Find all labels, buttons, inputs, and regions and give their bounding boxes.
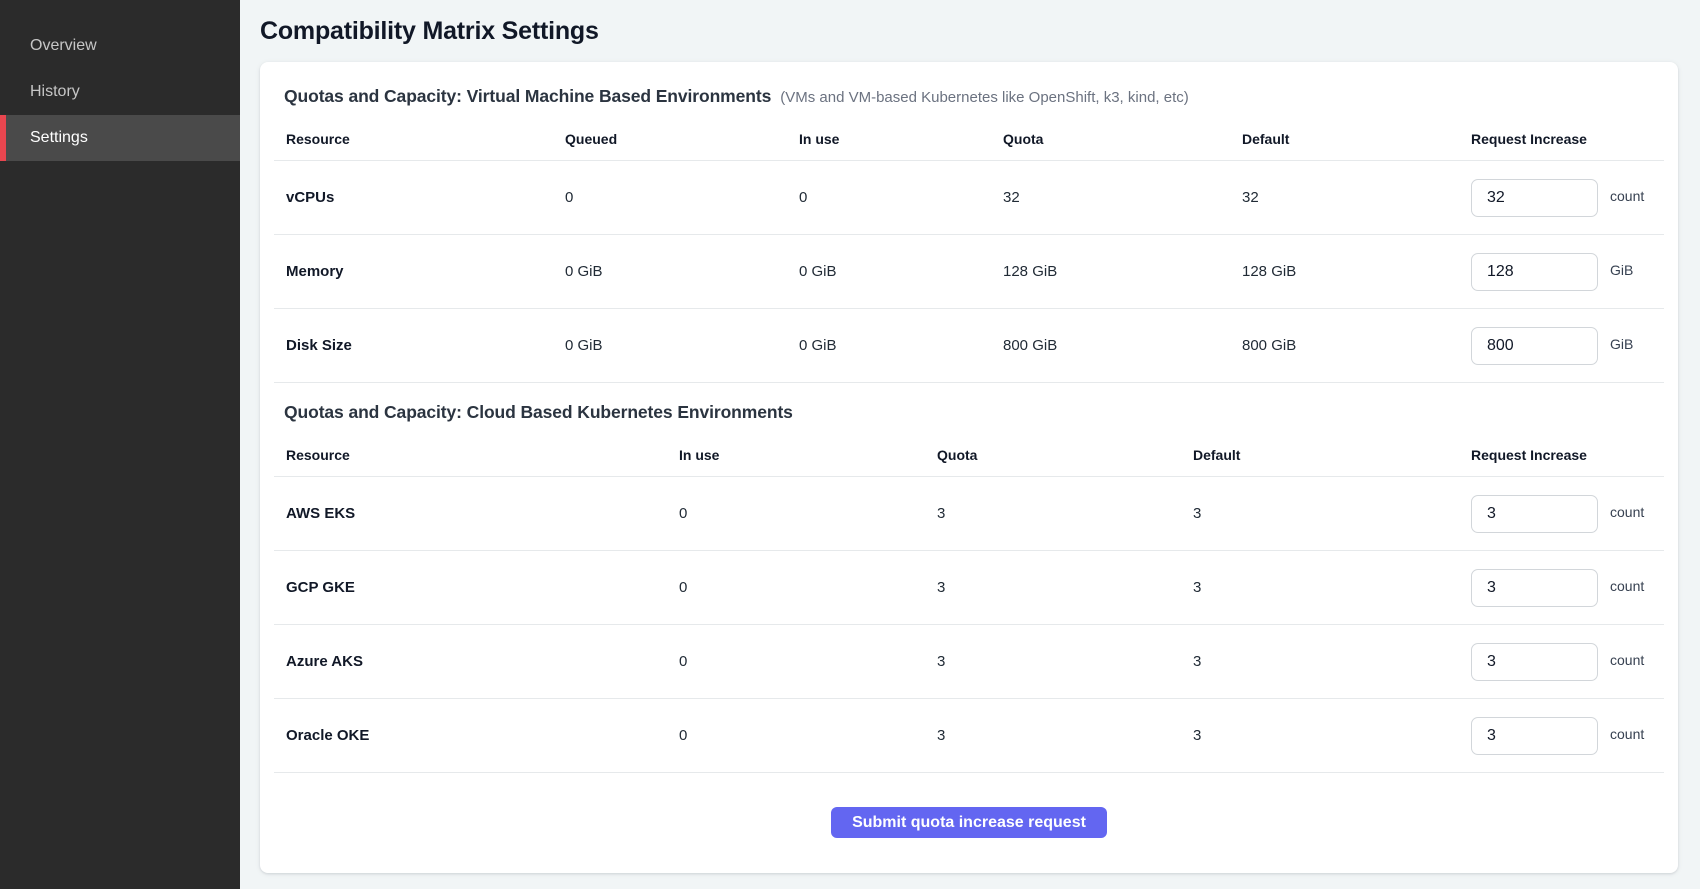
quota-value: 3 xyxy=(925,727,1181,744)
table-row-azure-aks: Azure AKS 0 3 3 count xyxy=(274,625,1664,699)
quota-value: 3 xyxy=(925,579,1181,596)
quota-value: 3 xyxy=(925,653,1181,670)
quota-value: 128 GiB xyxy=(991,263,1230,280)
in-use-value: 0 xyxy=(667,727,925,744)
k8s-quotas-section: Quotas and Capacity: Cloud Based Kuberne… xyxy=(284,402,1654,773)
vm-section-subtitle: (VMs and VM-based Kubernetes like OpenSh… xyxy=(780,89,1189,106)
default-value: 3 xyxy=(1181,579,1459,596)
table-row-oracle-oke: Oracle OKE 0 3 3 count xyxy=(274,699,1664,773)
quota-value: 800 GiB xyxy=(991,337,1230,354)
table-row-disk-size: Disk Size 0 GiB 0 GiB 800 GiB 800 GiB Gi… xyxy=(274,309,1664,383)
azure-aks-request-input[interactable] xyxy=(1471,643,1598,681)
col-header-request-increase: Request Increase xyxy=(1459,131,1664,147)
memory-request-input[interactable] xyxy=(1471,253,1598,291)
sidebar-item-settings[interactable]: Settings xyxy=(0,115,240,161)
default-value: 128 GiB xyxy=(1230,263,1459,280)
k8s-section-title: Quotas and Capacity: Cloud Based Kuberne… xyxy=(284,402,793,423)
queued-value: 0 GiB xyxy=(553,263,787,280)
default-value: 800 GiB xyxy=(1230,337,1459,354)
vm-quotas-section: Quotas and Capacity: Virtual Machine Bas… xyxy=(284,86,1654,383)
table-header-row: Resource In use Quota Default Request In… xyxy=(274,433,1664,477)
resource-name: vCPUs xyxy=(274,189,553,206)
unit-label: count xyxy=(1610,504,1644,520)
oracle-oke-request-input[interactable] xyxy=(1471,717,1598,755)
sidebar-item-history[interactable]: History xyxy=(0,69,240,115)
queued-value: 0 xyxy=(553,189,787,206)
resource-name: Memory xyxy=(274,263,553,280)
unit-label: count xyxy=(1610,726,1644,742)
sidebar-item-overview[interactable]: Overview xyxy=(0,23,240,69)
aws-eks-request-input[interactable] xyxy=(1471,495,1598,533)
resource-name: Oracle OKE xyxy=(274,727,667,744)
col-header-resource: Resource xyxy=(274,447,667,463)
vm-quotas-table: Resource Queued In use Quota Default Req… xyxy=(274,117,1664,383)
sidebar-item-label: History xyxy=(30,83,80,101)
vcpus-request-input[interactable] xyxy=(1471,179,1598,217)
in-use-value: 0 GiB xyxy=(787,263,991,280)
in-use-value: 0 GiB xyxy=(787,337,991,354)
sidebar-item-label: Settings xyxy=(30,129,88,147)
in-use-value: 0 xyxy=(787,189,991,206)
sidebar-item-label: Overview xyxy=(30,37,97,55)
in-use-value: 0 xyxy=(667,505,925,522)
table-row-gcp-gke: GCP GKE 0 3 3 count xyxy=(274,551,1664,625)
vm-section-title: Quotas and Capacity: Virtual Machine Bas… xyxy=(284,86,771,107)
col-header-resource: Resource xyxy=(274,131,553,147)
resource-name: AWS EKS xyxy=(274,505,667,522)
col-header-in-use: In use xyxy=(787,131,991,147)
default-value: 32 xyxy=(1230,189,1459,206)
unit-label: GiB xyxy=(1610,336,1633,352)
unit-label: count xyxy=(1610,652,1644,668)
page-title: Compatibility Matrix Settings xyxy=(260,17,1678,46)
quota-value: 32 xyxy=(991,189,1230,206)
in-use-value: 0 xyxy=(667,579,925,596)
resource-name: Disk Size xyxy=(274,337,553,354)
k8s-quotas-table: Resource In use Quota Default Request In… xyxy=(274,433,1664,773)
table-row-memory: Memory 0 GiB 0 GiB 128 GiB 128 GiB GiB xyxy=(274,235,1664,309)
disk-size-request-input[interactable] xyxy=(1471,327,1598,365)
main-content: Compatibility Matrix Settings Quotas and… xyxy=(240,0,1700,889)
col-header-default: Default xyxy=(1181,447,1459,463)
submit-quota-increase-button[interactable]: Submit quota increase request xyxy=(831,807,1107,838)
table-header-row: Resource Queued In use Quota Default Req… xyxy=(274,117,1664,161)
col-header-in-use: In use xyxy=(667,447,925,463)
settings-card: Quotas and Capacity: Virtual Machine Bas… xyxy=(260,62,1678,873)
col-header-default: Default xyxy=(1230,131,1459,147)
col-header-quota: Quota xyxy=(925,447,1181,463)
unit-label: GiB xyxy=(1610,262,1633,278)
resource-name: GCP GKE xyxy=(274,579,667,596)
default-value: 3 xyxy=(1181,505,1459,522)
default-value: 3 xyxy=(1181,727,1459,744)
col-header-queued: Queued xyxy=(553,131,787,147)
in-use-value: 0 xyxy=(667,653,925,670)
resource-name: Azure AKS xyxy=(274,653,667,670)
default-value: 3 xyxy=(1181,653,1459,670)
quota-value: 3 xyxy=(925,505,1181,522)
col-header-quota: Quota xyxy=(991,131,1230,147)
gcp-gke-request-input[interactable] xyxy=(1471,569,1598,607)
col-header-request-increase: Request Increase xyxy=(1459,447,1664,463)
sidebar: Overview History Settings xyxy=(0,0,240,889)
table-row-aws-eks: AWS EKS 0 3 3 count xyxy=(274,477,1664,551)
table-row-vcpus: vCPUs 0 0 32 32 count xyxy=(274,161,1664,235)
queued-value: 0 GiB xyxy=(553,337,787,354)
unit-label: count xyxy=(1610,578,1644,594)
unit-label: count xyxy=(1610,188,1644,204)
